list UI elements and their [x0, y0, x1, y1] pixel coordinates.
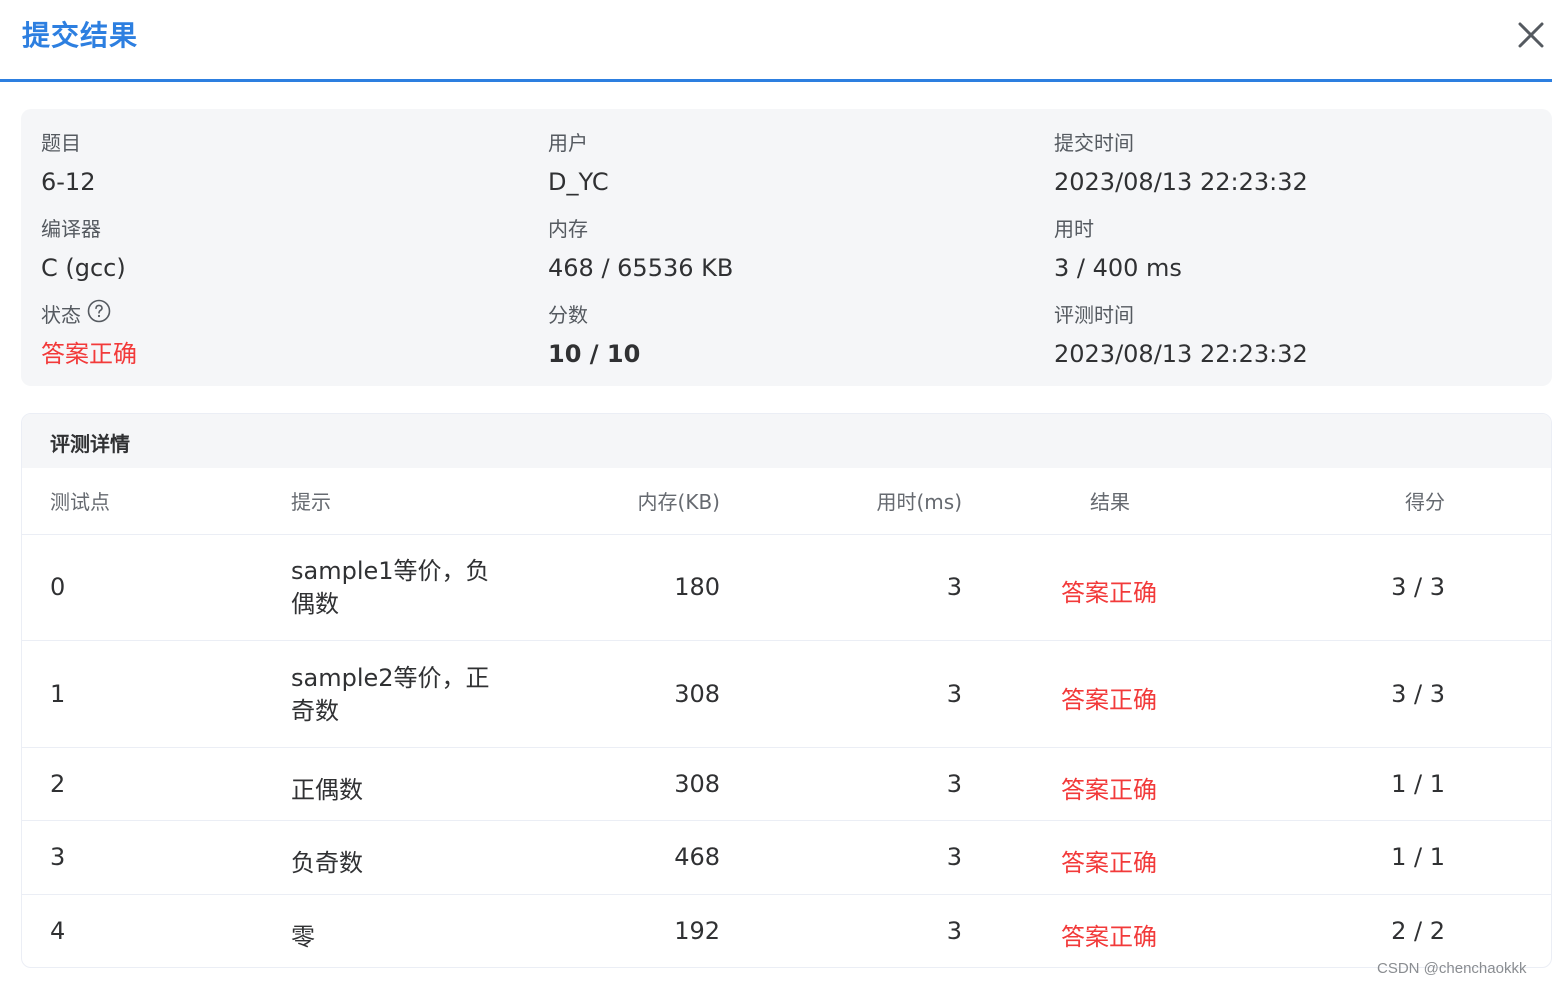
question-circle-icon[interactable] — [87, 299, 111, 330]
table-row: 3 负奇数 468 3 答案正确 1 / 1 — [22, 820, 1551, 894]
row-time: 3 — [946, 917, 962, 945]
csdn-watermark: CSDN @chenchaokkk — [1377, 960, 1527, 977]
row-memory: 192 — [674, 917, 720, 945]
judge-details-header: 评测详情 — [22, 414, 1551, 468]
info-memory: 内存 468 / 65536 KB — [548, 215, 733, 285]
info-time: 用时 3 / 400 ms — [1054, 215, 1182, 285]
col-testcase: 测试点 — [50, 490, 110, 514]
status-label-row: 状态 — [41, 299, 137, 330]
row-time: 3 — [946, 770, 962, 798]
row-time: 3 — [946, 680, 962, 708]
table-row: 0 sample1等价，负偶数 180 3 答案正确 3 / 3 — [22, 534, 1551, 640]
row-hint: 零 — [291, 923, 315, 951]
compiler-label: 编译器 — [41, 217, 101, 241]
col-time: 用时(ms) — [876, 490, 962, 514]
row-hint: 正偶数 — [291, 776, 363, 804]
row-score: 2 / 2 — [1391, 917, 1445, 945]
row-score: 3 / 3 — [1391, 573, 1445, 601]
time-value: 3 / 400 ms — [1054, 254, 1182, 282]
info-problem: 题目 6-12 — [41, 129, 95, 199]
row-time: 3 — [946, 573, 962, 601]
memory-value: 468 / 65536 KB — [548, 254, 734, 282]
problem-label: 题目 — [41, 131, 81, 155]
dialog-title: 提交结果 — [22, 19, 139, 52]
col-hint: 提示 — [291, 490, 331, 514]
judge-details-card: 评测详情 测试点 提示 内存(KB) 用时(ms) 结果 得分 0 sample… — [21, 413, 1552, 968]
row-result: 答案正确 — [1061, 923, 1157, 951]
user-value: D_YC — [548, 168, 609, 196]
score-label: 分数 — [548, 303, 588, 327]
row-memory: 308 — [674, 770, 720, 798]
judge-details-title: 评测详情 — [50, 432, 130, 456]
row-hint: sample1等价，负偶数 — [291, 557, 490, 618]
submit-time-label: 提交时间 — [1054, 131, 1134, 155]
time-label: 用时 — [1054, 217, 1094, 241]
row-result: 答案正确 — [1061, 579, 1157, 607]
close-icon — [1518, 22, 1544, 48]
row-id: 0 — [50, 573, 66, 601]
info-status: 状态 答案正确 — [41, 299, 137, 371]
row-result: 答案正确 — [1061, 686, 1157, 714]
row-time: 3 — [946, 843, 962, 871]
info-submit-time: 提交时间 2023/08/13 22:23:32 — [1054, 129, 1308, 199]
col-result: 结果 — [1090, 490, 1130, 514]
compiler-value: C (gcc) — [41, 254, 126, 282]
submission-info-card: 题目 6-12 用户 D_YC 提交时间 2023/08/13 22:23:32… — [21, 109, 1552, 386]
row-memory: 308 — [674, 680, 720, 708]
judge-time-value: 2023/08/13 22:23:32 — [1054, 340, 1308, 368]
row-hint: 负奇数 — [291, 849, 363, 877]
close-button[interactable] — [1512, 16, 1550, 54]
row-id: 1 — [50, 680, 66, 708]
table-row: 4 零 192 3 答案正确 2 / 2 — [22, 894, 1551, 967]
col-memory: 内存(KB) — [637, 490, 720, 514]
submit-time-value: 2023/08/13 22:23:32 — [1054, 168, 1308, 196]
user-label: 用户 — [548, 131, 588, 155]
status-value: 答案正确 — [41, 340, 137, 368]
status-label: 状态 — [41, 303, 81, 327]
col-score: 得分 — [1405, 490, 1445, 514]
info-compiler: 编译器 C (gcc) — [41, 215, 126, 285]
row-score: 1 / 1 — [1391, 843, 1445, 871]
problem-value: 6-12 — [41, 168, 96, 196]
memory-label: 内存 — [548, 217, 588, 241]
row-result: 答案正确 — [1061, 849, 1157, 877]
row-id: 2 — [50, 770, 66, 798]
table-row: 1 sample2等价，正奇数 308 3 答案正确 3 / 3 — [22, 640, 1551, 747]
row-memory: 180 — [674, 573, 720, 601]
row-memory: 468 — [674, 843, 720, 871]
table-row: 2 正偶数 308 3 答案正确 1 / 1 — [22, 747, 1551, 820]
dialog-header: 提交结果 — [0, 0, 1552, 82]
row-hint: sample2等价，正奇数 — [291, 664, 490, 725]
info-score: 分数 10 / 10 — [548, 301, 640, 371]
row-id: 4 — [50, 917, 66, 945]
row-result: 答案正确 — [1061, 776, 1157, 804]
info-judge-time: 评测时间 2023/08/13 22:23:32 — [1054, 301, 1308, 371]
info-user: 用户 D_YC — [548, 129, 609, 199]
row-score: 3 / 3 — [1391, 680, 1445, 708]
row-score: 1 / 1 — [1391, 770, 1445, 798]
score-value: 10 / 10 — [548, 340, 641, 368]
judge-time-label: 评测时间 — [1054, 303, 1134, 327]
row-id: 3 — [50, 843, 66, 871]
